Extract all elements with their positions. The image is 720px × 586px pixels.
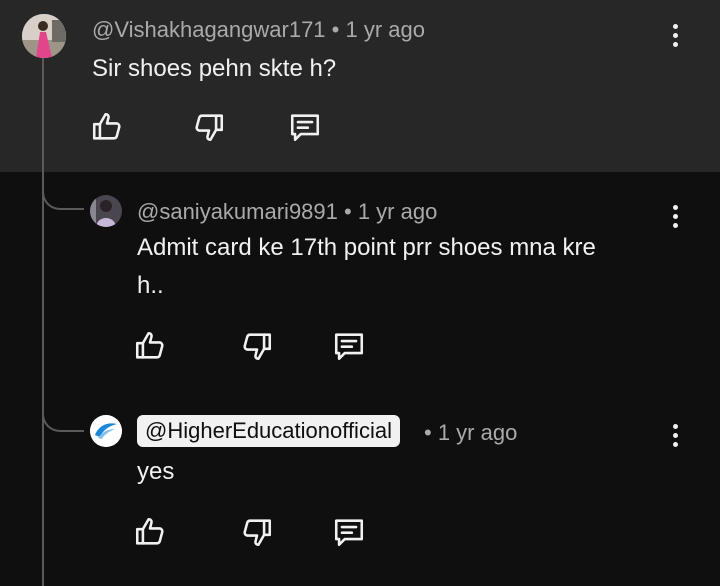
like-button[interactable] [133, 329, 167, 363]
more-options-button[interactable] [670, 24, 680, 50]
thumbs-up-icon [92, 112, 121, 140]
comment-timestamp: • 1 yr ago [424, 420, 518, 445]
reply-icon [290, 114, 320, 142]
comment-text-line: Admit card ke 17th point prr shoes mna k… [137, 234, 596, 261]
comment-text-line: h.. [137, 272, 164, 299]
comment-timestamp: • 1 yr ago [344, 199, 438, 224]
comment-text: Sir shoes pehn skte h? [92, 55, 337, 82]
thread-connector [42, 178, 84, 210]
thumbs-down-icon [195, 114, 224, 142]
reply-icon [334, 333, 364, 361]
reply-button[interactable] [332, 515, 366, 549]
more-options-button[interactable] [670, 424, 680, 450]
comment-handle-row: @Vishakhagangwar171 • 1 yr ago [92, 17, 425, 43]
thumbs-down-icon [243, 519, 272, 547]
thumbs-up-icon [135, 517, 164, 545]
thread-connector [42, 400, 84, 432]
comment-timestamp: • 1 yr ago [331, 17, 425, 42]
comment-text: Admit card ke 17th point prr shoes mna k… [137, 229, 596, 305]
dislike-button[interactable] [240, 329, 274, 363]
avatar[interactable] [90, 195, 122, 227]
thread-line [42, 58, 44, 586]
reply-button[interactable] [332, 329, 366, 363]
avatar[interactable] [22, 14, 66, 58]
more-options-button[interactable] [670, 205, 680, 231]
dislike-button[interactable] [192, 110, 226, 144]
reply-icon [334, 519, 364, 547]
avatar[interactable] [90, 415, 122, 447]
like-button[interactable] [133, 515, 167, 549]
comment-author[interactable]: @saniyakumari9891 [137, 199, 338, 224]
reply-button[interactable] [288, 110, 322, 144]
comment-handle-row: @saniyakumari9891 • 1 yr ago [137, 199, 437, 225]
thumbs-up-icon [135, 331, 164, 359]
thumbs-down-icon [243, 333, 272, 361]
creator-handle-chip[interactable]: @HigherEducationofficial [137, 415, 400, 447]
comment-author[interactable]: @Vishakhagangwar171 [92, 17, 326, 42]
dislike-button[interactable] [240, 515, 274, 549]
like-button[interactable] [90, 110, 124, 144]
comment-text: yes [137, 458, 175, 485]
